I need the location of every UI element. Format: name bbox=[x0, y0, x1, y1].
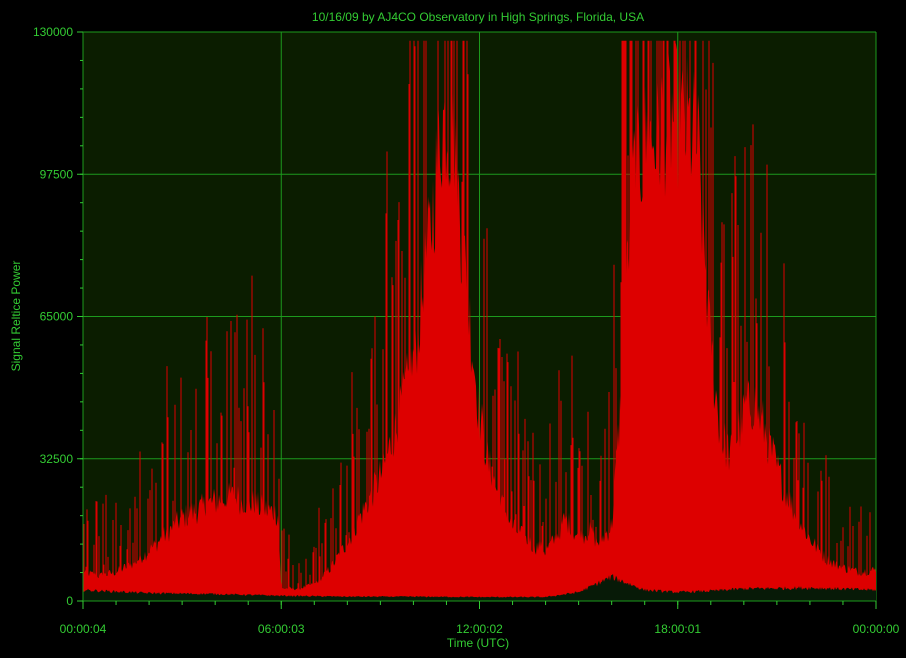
x-tick-label: 00:00:00 bbox=[853, 622, 900, 636]
y-tick-label: 97500 bbox=[40, 167, 74, 181]
x-tick-label: 06:00:03 bbox=[258, 622, 305, 636]
chart: 0 32500 65000 97500 130000 00:00:04 06:00:03 12… bbox=[9, 10, 900, 650]
x-tick-label: 18:00:01 bbox=[654, 622, 701, 636]
x-axis-label: Time (UTC) bbox=[447, 636, 509, 650]
y-tick-label: 32500 bbox=[40, 452, 74, 466]
y-axis-label: Signal Reltice Power bbox=[9, 261, 23, 372]
y-tick-label: 130000 bbox=[33, 25, 73, 39]
chart-title: 10/16/09 by AJ4CO Observatory in High Sp… bbox=[312, 10, 644, 24]
x-tick-label: 00:00:04 bbox=[60, 622, 107, 636]
x-tick-label: 12:00:02 bbox=[456, 622, 503, 636]
y-tick-label: 0 bbox=[66, 594, 73, 608]
y-tick-label: 65000 bbox=[40, 310, 74, 324]
